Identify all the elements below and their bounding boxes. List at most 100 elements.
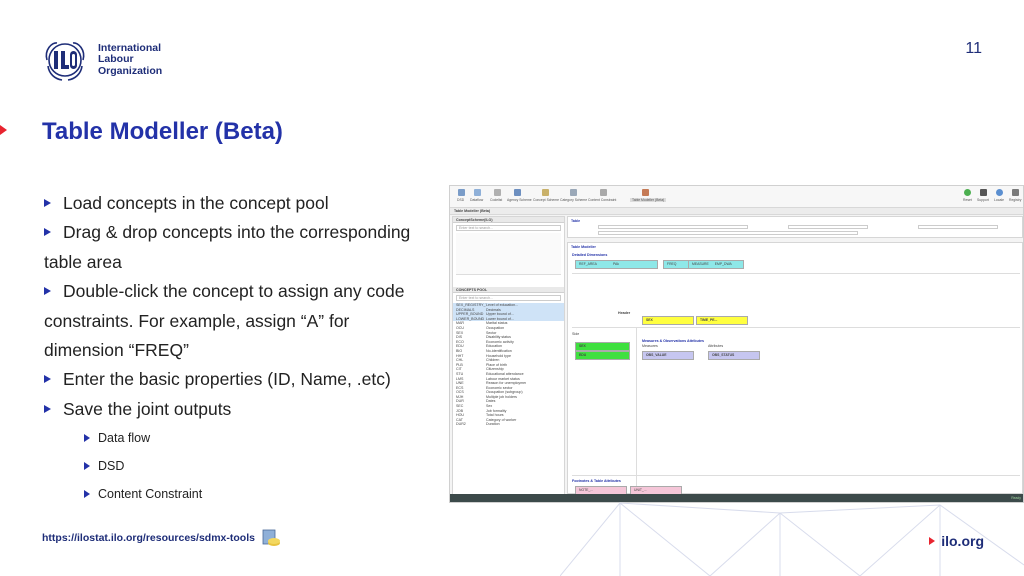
footnote-label: NOTE_... [579,488,594,492]
agency-scheme-icon [514,189,521,196]
table-modeller-canvas: Table Modeller Detailed Dimensions REF_A… [567,242,1023,495]
table-modeller-screenshot: DSD Dataflow Codelist Agency Scheme Conc… [449,185,1024,503]
bullet-item: Enter the basic properties (ID, Name, .e… [44,365,444,394]
sub-bullet-text: Content Constraint [98,487,203,502]
concept-id: DUR2 [456,422,466,427]
sub-bullet-arrow-icon [84,490,90,499]
app-toolbar: DSD Dataflow Codelist Agency Scheme Conc… [450,186,1023,208]
support-icon[interactable] [980,189,987,196]
bullet-continuation: constraints. For example, assign “A” for [44,307,444,336]
toolbar-label: Codelist [490,198,503,202]
header-box-label: TIME_PE... [700,318,718,322]
side-box-sex[interactable]: SEX [575,342,630,351]
concept-scheme-list[interactable] [456,233,561,275]
category-scheme-icon [570,189,577,196]
measure-label: OBS_VALUE [646,353,667,357]
toolbar-label: Locale [994,198,1004,202]
toolbar-label: Content Constraint [588,198,617,202]
concepts-pool-title: CONCEPTS POOL [453,287,564,293]
table-id-input[interactable] [598,225,748,229]
bullet-arrow-icon [44,404,51,413]
bullet-item: Drag & drop concepts into the correspond… [44,218,444,247]
bullet-text: Save the joint outputs [63,398,232,419]
dimension-value: PAk [613,262,619,266]
divider [572,475,1020,476]
concept-scheme-icon [542,189,549,196]
toolbar-label: Dataflow [470,198,484,202]
table-modeller-title: Table Modeller [571,245,596,249]
sub-bullet-arrow-icon [84,462,90,471]
footer-brand-link[interactable]: ilo.org [929,533,984,549]
table-name-input[interactable] [598,231,858,235]
bullet-continuation: dimension “FREQ” [44,336,444,365]
bullet-text: dimension “FREQ” [44,340,189,361]
toolbar-label: Registry [1009,198,1022,202]
toolbar-label: Concept Scheme [533,198,560,202]
sub-bullet-text: DSD [98,459,125,474]
slide-marker-arrow-icon [0,125,7,135]
dimension-label: MEASURE [692,262,709,266]
header-box-label: SEX [646,318,653,322]
active-tab-label[interactable]: Table Modeller (Beta) [454,209,490,213]
slide-title: Table Modeller (Beta) [42,118,283,145]
bullet-item: Save the joint outputs [44,395,444,424]
dimension-value-ref-area[interactable]: PAk [610,260,658,269]
bullet-arrow-icon [44,375,51,384]
table-section-title: Table [571,219,581,223]
locale-icon[interactable] [996,189,1003,196]
toolbar-label: Agency Scheme [507,198,532,202]
concept-search-input[interactable]: Enter text to search... [456,225,561,231]
table-area: Table Table Modeller Detailed Dimensions… [567,216,1023,496]
ilo-emblem-icon [45,42,85,81]
bullet-text: Load concepts in the concept pool [63,193,329,213]
divider [636,328,637,488]
bullet-arrow-icon [44,228,51,237]
attributes-label: Attributes [708,344,724,348]
concept-name: Duration [486,422,500,427]
sub-bullet-arrow-icon [84,434,90,443]
measures-title: Measures & Observations Attributes [642,339,704,343]
sub-bullet-item: Data flow [44,424,444,452]
ilo-logo: International Labour Organization [40,38,162,82]
sub-bullet-text: Data flow [98,431,151,446]
bullet-item: Double-click the concept to assign any c… [44,277,444,306]
dimension-value: EMP_DWA [714,262,732,266]
version-input[interactable] [918,225,998,229]
registry-icon[interactable] [1012,189,1019,196]
dimension-label: FREQ [667,262,677,266]
divider [572,327,1020,328]
content-constraint-icon [600,189,607,196]
measure-box[interactable]: OBS_VALUE [642,351,694,360]
concept-panel: ConceptScheme(ILO) Enter text to search.… [452,216,565,502]
bullet-list: Load concepts in the concept pool Drag &… [44,189,444,508]
bullet-arrow-icon [44,287,51,296]
tools-icon [262,529,280,546]
bullet-text: constraints. For example, assign “A” for [44,310,350,331]
sub-bullet-item: Content Constraint [44,480,444,508]
bullet-text: table area [44,251,122,272]
attribute-label: OBS_STATUS [712,353,735,357]
reset-icon[interactable] [964,189,971,196]
logo-line-3: Organization [98,64,163,77]
side-box-edu[interactable]: EDU [575,351,630,360]
toolbar-label: Category Scheme [560,198,588,202]
dataflow-icon [474,189,481,196]
header-label: Header [618,311,631,315]
bullet-text: Double-click the concept to assign any c… [63,281,405,302]
toolbar-label: Reset [963,198,972,202]
table-properties: Table [567,216,1023,238]
side-box-label: SEX [579,344,586,348]
dimension-box-measure[interactable]: MEASURE EMP_DWA [688,260,744,269]
page-number: 11 [965,40,982,57]
side-box-label: EDU [579,353,587,357]
concept-scheme-title: ConceptScheme(ILO) [453,217,564,223]
attribute-box[interactable]: OBS_STATUS [708,351,760,360]
side-label: Side [572,332,580,336]
pool-search-input[interactable]: Enter text to search... [456,295,561,301]
header-box-sex[interactable]: SEX [642,316,694,325]
footer-url[interactable]: https://ilostat.ilo.org/resources/sdmx-t… [42,532,255,544]
dimension-label: REF_AREA [579,262,597,266]
header-box-time[interactable]: TIME_PE... [696,316,748,325]
concept-pool-row[interactable]: DUR2 Duration [453,422,564,427]
agency-input[interactable] [788,225,868,229]
